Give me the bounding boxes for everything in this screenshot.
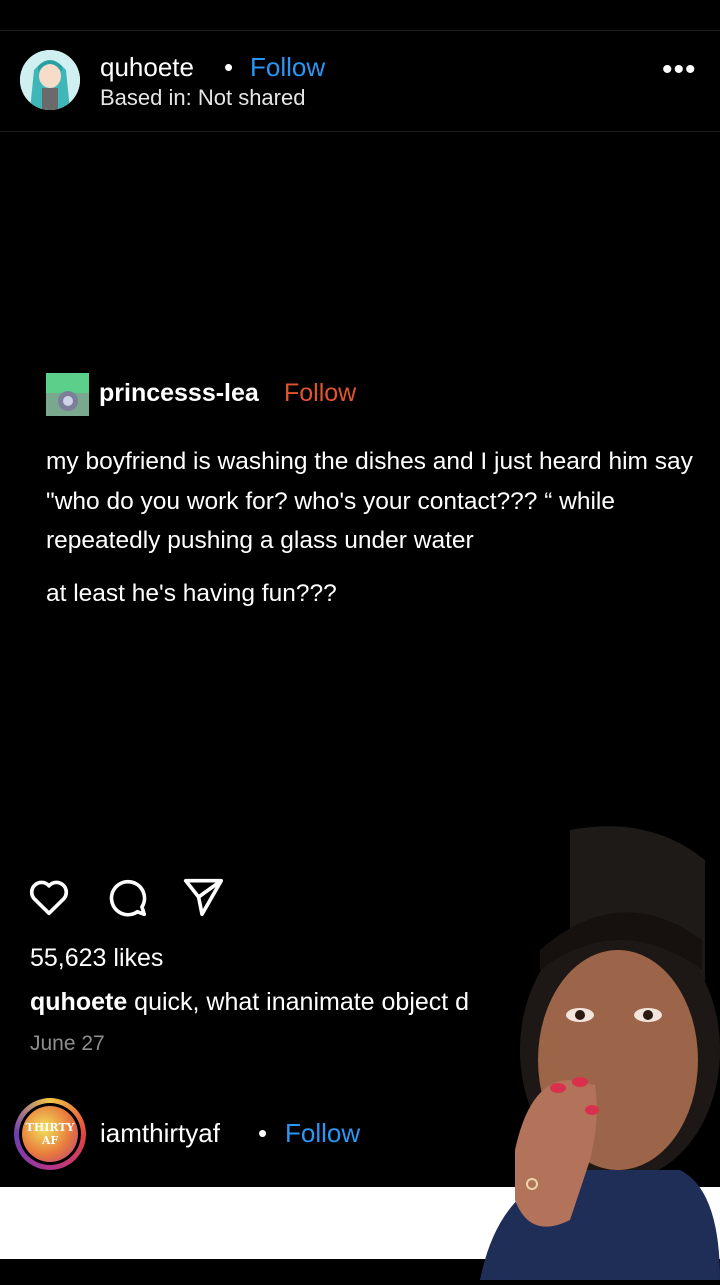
embedded-username: princesss-lea [99, 379, 259, 407]
post-username[interactable]: quhoete [100, 52, 194, 83]
avatar-logo-text: THIRTY AF [22, 1106, 78, 1162]
embedded-follow-label: Follow [284, 379, 357, 407]
likes-count[interactable]: 55,623 likes [30, 944, 163, 973]
avatar[interactable] [20, 50, 80, 110]
post-date: June 27 [30, 1032, 105, 1055]
next-post-avatar[interactable]: THIRTY AF [14, 1098, 86, 1170]
embedded-post-text-2: at least he's having fun??? [46, 580, 337, 607]
separator-dot-2: • [258, 1118, 268, 1148]
caption-text: quick, what inanimate object d [134, 988, 470, 1016]
comment-icon[interactable] [104, 874, 150, 920]
top-divider [0, 30, 720, 31]
person-overlay-image [420, 820, 720, 1280]
embedded-avatar [46, 373, 89, 416]
embedded-post-text: my boyfriend is washing the dishes and I… [46, 448, 693, 554]
next-post-username[interactable]: iamthirtyaf [100, 1118, 220, 1149]
more-options-icon[interactable]: ••• [662, 55, 697, 85]
follow-button-2[interactable]: Follow [285, 1118, 360, 1149]
follow-button[interactable]: Follow [250, 52, 325, 83]
heart-icon[interactable] [26, 874, 72, 920]
location-text: Based in: Not shared [100, 85, 306, 110]
send-icon[interactable] [180, 874, 226, 920]
header-divider [0, 131, 720, 132]
separator-dot: • [224, 52, 234, 82]
caption-username[interactable]: quhoete [30, 988, 127, 1016]
